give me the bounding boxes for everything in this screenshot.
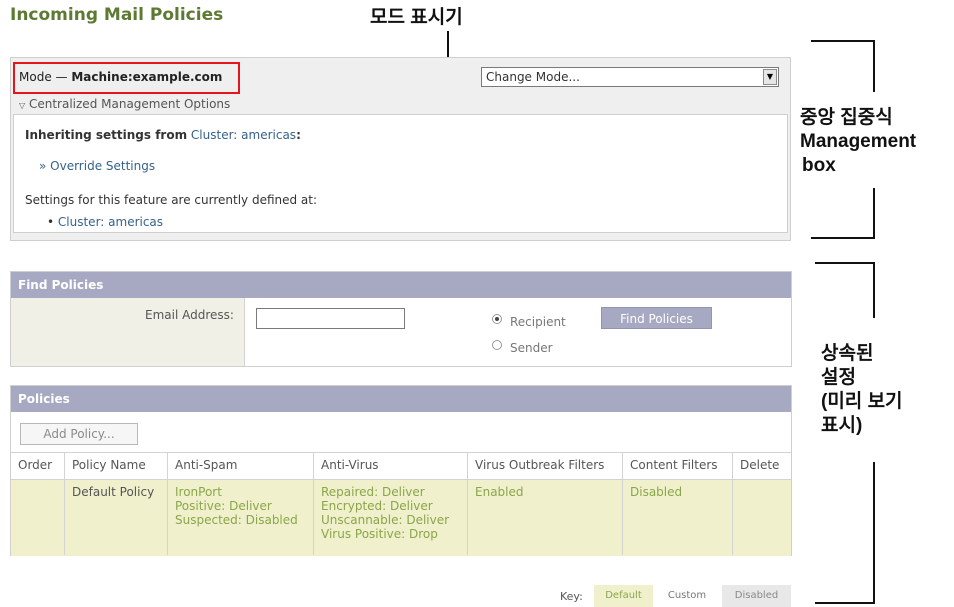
- key-custom-chip: Custom: [656, 585, 718, 607]
- callout-cm-line: 중앙 집중식: [800, 107, 893, 128]
- column-header-order: Order: [18, 458, 53, 472]
- change-mode-value: Change Mode...: [486, 70, 580, 84]
- bracket-line: [873, 188, 875, 239]
- callout-cm-box: 중앙 집중식 Management box: [800, 106, 916, 178]
- defined-at-item: • Cluster: americas: [47, 215, 163, 229]
- anti-virus-cell[interactable]: Repaired: Deliver Encrypted: Deliver Uns…: [321, 485, 449, 541]
- anti-virus-line: Virus Positive: Drop: [321, 527, 438, 541]
- bracket-line: [873, 462, 875, 604]
- callout-cm-line: Management: [800, 131, 917, 152]
- defined-at-text: Settings for this feature are currently …: [25, 193, 318, 207]
- callout-inherited-line: 설정: [821, 367, 856, 388]
- column-header-outbreak-filters: Virus Outbreak Filters: [467, 452, 622, 479]
- anti-spam-line: Suspected: Disabled: [175, 513, 298, 527]
- mode-indicator: Mode — Machine:example.com: [19, 70, 222, 84]
- callout-inherited-line: 상속된: [821, 343, 874, 364]
- sender-radio[interactable]: [492, 340, 502, 350]
- recipient-label[interactable]: Recipient: [510, 315, 566, 329]
- email-address-label: Email Address:: [145, 308, 234, 322]
- column-divider: [732, 452, 733, 555]
- bracket-line: [873, 40, 875, 92]
- inheriting-colon: :: [296, 128, 301, 142]
- inheriting-prefix: Inheriting settings from: [25, 128, 188, 142]
- bullet-icon: •: [47, 215, 55, 229]
- find-policies-button[interactable]: Find Policies: [601, 307, 712, 329]
- inheriting-line: Inheriting settings from Cluster: americ…: [25, 128, 301, 142]
- mode-prefix: Mode —: [19, 70, 68, 84]
- column-divider: [313, 452, 314, 555]
- anti-spam-line: IronPort: [175, 485, 222, 499]
- bracket-line: [873, 262, 875, 318]
- add-policy-button[interactable]: Add Policy...: [20, 423, 138, 445]
- change-mode-select[interactable]: Change Mode... ▼: [481, 67, 779, 87]
- bracket-line: [815, 262, 875, 264]
- column-header-delete: Delete: [732, 452, 791, 479]
- column-divider: [64, 452, 65, 555]
- page-title: Incoming Mail Policies: [10, 5, 224, 25]
- anti-spam-cell[interactable]: IronPort Positive: Deliver Suspected: Di…: [175, 485, 298, 527]
- column-header-anti-virus: Anti-Virus: [313, 452, 467, 479]
- defined-at-link[interactable]: Cluster: americas: [58, 215, 163, 229]
- collapse-triangle-icon: ▽: [19, 101, 26, 110]
- find-policies-header: Find Policies: [11, 272, 791, 298]
- key-disabled-chip: Disabled: [722, 585, 791, 607]
- content-filters-cell[interactable]: Disabled: [630, 485, 682, 499]
- policy-name-cell: Default Policy: [72, 485, 155, 499]
- anti-virus-line: Encrypted: Deliver: [321, 499, 433, 513]
- cm-options-toggle[interactable]: ▽ Centralized Management Options: [19, 97, 230, 111]
- mode-value: Machine:example.com: [71, 70, 223, 84]
- anti-virus-line: Unscannable: Deliver: [321, 513, 450, 527]
- column-divider: [167, 452, 168, 555]
- email-address-input[interactable]: [256, 308, 405, 329]
- callout-inherited-line: (미리 보기: [821, 391, 903, 412]
- anti-spam-line: Positive: Deliver: [175, 499, 272, 513]
- anti-virus-line: Repaired: Deliver: [321, 485, 425, 499]
- sender-label[interactable]: Sender: [510, 341, 553, 355]
- callout-mode-indicator: 모드 표시기: [370, 7, 463, 28]
- override-settings-link[interactable]: » Override Settings: [39, 159, 155, 173]
- key-default-chip: Default: [594, 585, 653, 607]
- recipient-radio[interactable]: [492, 314, 502, 324]
- dropdown-arrow-icon[interactable]: ▼: [763, 69, 777, 85]
- policies-header: Policies: [11, 386, 791, 412]
- column-header-content-filters: Content Filters: [622, 452, 732, 479]
- column-divider: [467, 452, 468, 555]
- callout-inherited-settings: 상속된 설정 (미리 보기 표시): [821, 342, 903, 438]
- column-divider: [622, 452, 623, 555]
- column-header-anti-spam: Anti-Spam: [167, 452, 313, 479]
- cm-options-label: Centralized Management Options: [28, 97, 231, 111]
- callout-cm-line: box: [802, 155, 836, 176]
- callout-inherited-line: 표시): [821, 415, 863, 436]
- outbreak-filters-cell[interactable]: Enabled: [475, 485, 524, 499]
- key-label: Key:: [560, 590, 583, 603]
- bracket-line: [811, 40, 875, 42]
- bracket-line: [811, 237, 875, 239]
- radio-selected-dot: [495, 317, 499, 321]
- inheriting-source-link[interactable]: Cluster: americas: [191, 128, 296, 142]
- bracket-line: [815, 602, 875, 604]
- column-header-policy-name: Policy Name: [64, 452, 167, 479]
